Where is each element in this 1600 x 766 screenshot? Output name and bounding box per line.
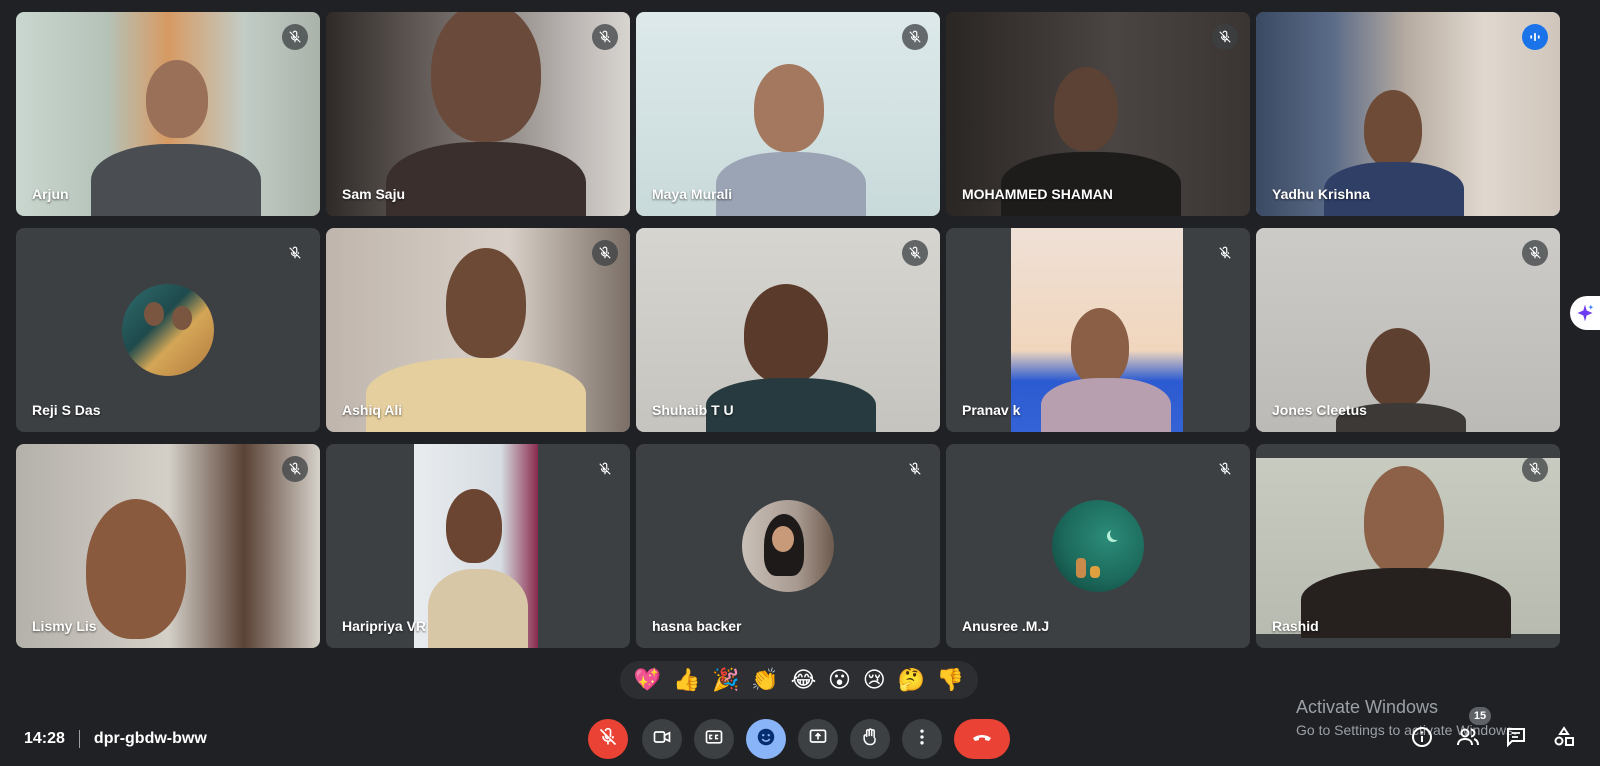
reaction-sad[interactable]: 😢 — [863, 669, 886, 691]
mic-off-icon — [1212, 456, 1238, 482]
participant-name: Lismy Lis — [32, 618, 97, 634]
participant-name: Yadhu Krishna — [1272, 186, 1371, 202]
participant-name: Maya Murali — [652, 186, 733, 202]
participant-tile[interactable]: Ashiq Ali — [326, 228, 630, 432]
video-feed — [1011, 228, 1183, 432]
participant-tile[interactable]: Arjun — [16, 12, 320, 216]
mic-off-icon — [1522, 456, 1548, 482]
hand-icon — [860, 727, 880, 752]
participant-tile[interactable]: Rashid — [1256, 444, 1560, 648]
participant-tile[interactable]: Shuhaib T U — [636, 228, 940, 432]
reaction-surprised[interactable]: 😮 — [828, 669, 851, 691]
reaction-heart[interactable]: 💖 — [634, 669, 661, 691]
people-button[interactable] — [1454, 725, 1482, 753]
raise-hand-button[interactable] — [850, 719, 890, 759]
participant-tile[interactable]: Anusree .M.J — [946, 444, 1250, 648]
participant-tile[interactable]: Lismy Lis — [16, 444, 320, 648]
microphone-toggle-button[interactable] — [588, 719, 628, 759]
reaction-party[interactable]: 🎉 — [712, 669, 739, 691]
leave-call-button[interactable] — [954, 719, 1010, 759]
participant-name: Sam Saju — [342, 186, 406, 202]
meeting-details-button[interactable] — [1408, 725, 1436, 753]
participant-name: MOHAMMED SHAMAN — [962, 186, 1113, 202]
shapes-icon — [1552, 725, 1576, 754]
sparkle-icon[interactable] — [1570, 296, 1600, 330]
participant-tile[interactable]: Haripriya VR — [326, 444, 630, 648]
avatar — [122, 284, 214, 376]
participant-tile-speaking[interactable]: Yadhu Krishna — [1256, 12, 1560, 216]
activities-button[interactable] — [1550, 725, 1578, 753]
participant-tile[interactable]: Reji S Das — [16, 228, 320, 432]
more-options-button[interactable] — [902, 719, 942, 759]
participant-tile[interactable]: Jones Cleetus — [1256, 228, 1560, 432]
mic-off-icon — [1212, 24, 1238, 50]
participant-name: hasna backer — [652, 618, 742, 634]
people-icon — [1456, 725, 1480, 754]
mic-off-icon — [598, 727, 618, 752]
mic-off-icon — [282, 240, 308, 266]
avatar — [1052, 500, 1144, 592]
chat-icon — [1504, 725, 1528, 754]
reactions-bar: 💖 👍 🎉 👏 😂 😮 😢 🤔 👎 — [620, 661, 978, 699]
reaction-thumbs-down[interactable]: 👎 — [937, 669, 964, 691]
meeting-time: 14:28 — [24, 730, 65, 747]
participant-tile[interactable]: hasna backer — [636, 444, 940, 648]
captions-icon — [704, 727, 724, 752]
mic-off-icon — [902, 240, 928, 266]
reaction-thumbs-up[interactable]: 👍 — [673, 669, 700, 691]
meeting-info: 14:28 dpr-gbdw-bww — [24, 730, 207, 748]
reaction-thinking[interactable]: 🤔 — [897, 669, 924, 691]
participant-name: Ashiq Ali — [342, 402, 403, 418]
mic-off-icon — [592, 24, 618, 50]
mic-off-icon — [902, 24, 928, 50]
mic-off-icon — [282, 456, 308, 482]
participant-tile[interactable]: MOHAMMED SHAMAN — [946, 12, 1250, 216]
phone-hangup-icon — [970, 725, 994, 754]
mic-off-icon — [1212, 240, 1238, 266]
video-feed — [414, 444, 538, 648]
reaction-clap[interactable]: 👏 — [751, 669, 778, 691]
participant-tile[interactable]: Sam Saju — [326, 12, 630, 216]
reactions-button[interactable] — [746, 719, 786, 759]
participant-name: Shuhaib T U — [652, 402, 734, 418]
info-icon — [1410, 725, 1434, 754]
participant-tile[interactable]: Maya Murali — [636, 12, 940, 216]
mic-off-icon — [282, 24, 308, 50]
audio-level-icon — [1522, 24, 1548, 50]
people-count-badge: 15 — [1469, 707, 1491, 725]
mic-off-icon — [592, 240, 618, 266]
participant-name: Jones Cleetus — [1272, 402, 1367, 418]
participant-tile[interactable]: Pranav k — [946, 228, 1250, 432]
participant-name: Rashid — [1272, 618, 1319, 634]
mic-off-icon — [592, 456, 618, 482]
divider — [78, 730, 80, 748]
video-camera-icon — [652, 727, 672, 752]
video-feed — [1256, 458, 1560, 638]
mic-off-icon — [902, 456, 928, 482]
participant-name: Reji S Das — [32, 402, 101, 418]
smiley-icon — [755, 726, 777, 753]
participant-name: Pranav k — [962, 402, 1021, 418]
present-screen-icon — [808, 727, 828, 752]
participant-name: Anusree .M.J — [962, 618, 1050, 634]
avatar — [742, 500, 834, 592]
captions-button[interactable] — [694, 719, 734, 759]
chat-button[interactable] — [1502, 725, 1530, 753]
more-vert-icon — [912, 727, 932, 752]
present-screen-button[interactable] — [798, 719, 838, 759]
reaction-laugh[interactable]: 😂 — [791, 669, 817, 691]
meeting-code: dpr-gbdw-bww — [93, 730, 207, 747]
mic-off-icon — [1522, 240, 1548, 266]
camera-toggle-button[interactable] — [642, 719, 682, 759]
participant-name: Haripriya VR — [342, 618, 427, 634]
participant-name: Arjun — [32, 186, 69, 202]
